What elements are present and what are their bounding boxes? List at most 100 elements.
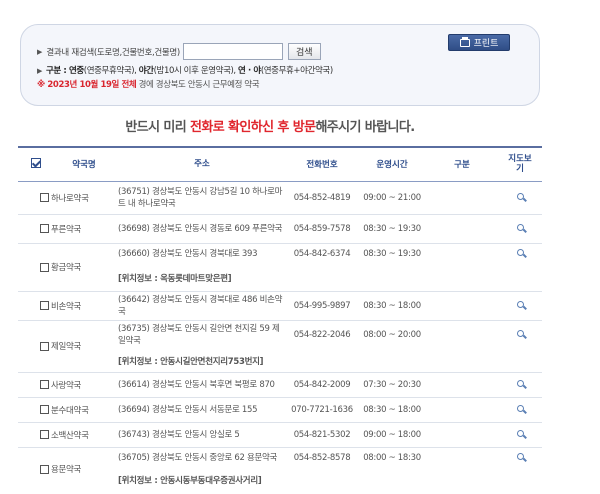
header-hours: 운영시간 bbox=[358, 146, 426, 182]
row-checkbox[interactable] bbox=[40, 193, 49, 202]
pharmacy-name: 푸른약국 bbox=[51, 224, 82, 235]
magnifier-icon[interactable] bbox=[516, 453, 524, 461]
pharmacy-kind bbox=[426, 371, 498, 397]
legend-both: 연 · 야 bbox=[238, 66, 261, 76]
pharmacy-kind bbox=[426, 319, 498, 350]
pharmacy-address: (36660) 경상북도 안동시 경북대로 393 bbox=[114, 242, 286, 265]
magnifier-icon[interactable] bbox=[516, 300, 524, 308]
pharmacy-address: (36751) 경상북도 안동시 강남5길 10 하나로마트 내 하나로약국 bbox=[114, 180, 286, 214]
row-checkbox[interactable] bbox=[40, 464, 49, 474]
row-checkbox[interactable] bbox=[40, 405, 49, 414]
pharmacy-hours: 08:30 ~ 18:00 bbox=[358, 396, 426, 422]
row-checkbox[interactable] bbox=[40, 430, 49, 439]
header-map: 지도보기 bbox=[498, 146, 542, 182]
pharmacy-address: (36694) 경상북도 안동시 서동문로 155 bbox=[114, 396, 286, 422]
pharmacy-address: (36698) 경상북도 안동시 경동로 609 푸른약국 bbox=[114, 213, 286, 243]
row-checkbox[interactable] bbox=[40, 301, 49, 310]
legend-row: ▶ 구분 : 연중(연중무휴약국), 야간(밤10시 이후 운영약국), 연 · … bbox=[37, 64, 333, 76]
magnifier-icon[interactable] bbox=[516, 429, 524, 437]
pharmacy-kind bbox=[426, 180, 498, 214]
pharmacy-kind bbox=[426, 421, 498, 447]
table-row: 제일약국 (36735) 경상북도 안동시 길안면 천지길 59 제일약국 05… bbox=[18, 319, 542, 372]
table-row: 황금약국 (36660) 경상북도 안동시 경북대로 393 054-842-6… bbox=[18, 242, 542, 291]
notice-row: ※ 2023년 10월 19일 전체 경에 경상북도 안동시 근무예정 약국 bbox=[37, 78, 260, 90]
pharmacy-kind bbox=[426, 290, 498, 320]
location-info: [위치정보 : 안동시길안면천지리753번지] bbox=[118, 356, 264, 367]
research-label: 결과내 재검색(도로명,건물번호,건물명) bbox=[46, 47, 180, 58]
notice-region: 경에 경상북도 안동시 근무예정 약국 bbox=[136, 80, 260, 90]
legend-both-desc: (연중무휴+야간약국) bbox=[260, 66, 333, 76]
pharmacy-tel: 054-852-4819 bbox=[286, 180, 358, 214]
pharmacy-name: 비손약국 bbox=[51, 301, 82, 312]
research-input[interactable] bbox=[182, 43, 283, 60]
banner-emphasis: 전화로 확인하신 후 방문 bbox=[190, 120, 316, 135]
table-row: 분수대약국 (36694) 경상북도 안동시 서동문로 155 070-7721… bbox=[18, 396, 542, 422]
pharmacy-table: 약국명 주소 전화번호 운영시간 구분 지도보기 하나로약국 (36751) 경… bbox=[18, 146, 542, 491]
pharmacy-hours: 09:00 ~ 18:00 bbox=[358, 421, 426, 447]
table-row: 푸른약국 (36698) 경상북도 안동시 경동로 609 푸른약국 054-8… bbox=[18, 213, 542, 243]
pharmacy-kind bbox=[426, 446, 498, 469]
pharmacy-name: 사랑약국 bbox=[51, 380, 82, 391]
pharmacy-name: 용문약국 bbox=[51, 465, 82, 476]
legend-night-desc: (밤10시 이후 운영약국), bbox=[153, 66, 239, 76]
pharmacy-tel: 054-821-5302 bbox=[286, 421, 358, 447]
header-tel: 전화번호 bbox=[286, 146, 358, 182]
bullet-icon: ▶ bbox=[37, 67, 42, 75]
location-info: [위치정보 : 안동시동부동대우증권사거리] bbox=[118, 476, 262, 486]
pharmacy-tel: 054-842-2009 bbox=[286, 371, 358, 397]
select-all-checkbox[interactable] bbox=[18, 146, 54, 182]
pharmacy-tel: 070-7721-1636 bbox=[286, 396, 358, 422]
pharmacy-hours: 08:30 ~ 18:00 bbox=[358, 290, 426, 320]
pharmacy-name: 분수대약국 bbox=[51, 405, 89, 416]
pharmacy-hours: 09:00 ~ 21:00 bbox=[358, 180, 426, 214]
legend-night: 야간 bbox=[138, 66, 154, 76]
pharmacy-name: 제일약국 bbox=[51, 342, 82, 352]
pharmacy-address: (36705) 경상북도 안동시 중앙로 62 용문약국 bbox=[114, 446, 286, 469]
pharmacy-address: (36614) 경상북도 안동시 북후면 북평로 870 bbox=[114, 371, 286, 397]
pharmacy-kind bbox=[426, 396, 498, 422]
pharmacy-hours: 08:00 ~ 20:00 bbox=[358, 319, 426, 350]
magnifier-icon[interactable] bbox=[516, 379, 524, 387]
pharmacy-tel: 054-852-8578 bbox=[286, 446, 358, 469]
table-header: 약국명 주소 전화번호 운영시간 구분 지도보기 bbox=[18, 146, 542, 182]
print-button[interactable]: 프린트 bbox=[448, 34, 510, 51]
call-ahead-banner: 반드시 미리 전화로 확인하신 후 방문해주시기 바랍니다. bbox=[0, 116, 540, 135]
table-row: 소백산약국 (36743) 경상북도 안동시 앙실로 5 054-821-530… bbox=[18, 421, 542, 447]
magnifier-icon[interactable] bbox=[516, 404, 524, 412]
banner-post: 해주시기 바랍니다. bbox=[315, 120, 415, 135]
magnifier-icon[interactable] bbox=[516, 223, 524, 231]
pharmacy-tel: 054-842-6374 bbox=[286, 242, 358, 265]
pharmacy-name: 하나로약국 bbox=[51, 193, 89, 204]
pharmacy-kind bbox=[426, 242, 498, 265]
pharmacy-address: (36735) 경상북도 안동시 길안면 천지길 59 제일약국 bbox=[114, 319, 286, 350]
pharmacy-hours: 07:30 ~ 20:30 bbox=[358, 371, 426, 397]
row-checkbox[interactable] bbox=[40, 224, 49, 233]
row-checkbox[interactable] bbox=[40, 341, 49, 351]
magnifier-icon[interactable] bbox=[516, 330, 524, 338]
table-row: 하나로약국 (36751) 경상북도 안동시 강남5길 10 하나로마트 내 하… bbox=[18, 180, 542, 214]
search-button[interactable]: 검색 bbox=[287, 43, 321, 60]
pharmacy-hours: 08:00 ~ 18:30 bbox=[358, 446, 426, 469]
table-row: 비손약국 (36642) 경상북도 안동시 경북대로 486 비손약국 054-… bbox=[18, 290, 542, 320]
row-checkbox[interactable] bbox=[40, 262, 49, 272]
pharmacy-name: 소백산약국 bbox=[51, 430, 89, 441]
print-label: 프린트 bbox=[473, 38, 499, 48]
check-icon bbox=[31, 157, 41, 168]
pharmacy-name: 황금약국 bbox=[51, 263, 82, 273]
legend-yearround-desc: (연중무휴약국), bbox=[83, 66, 139, 76]
table-row: 용문약국 (36705) 경상북도 안동시 중앙로 62 용문약국 054-85… bbox=[18, 446, 542, 491]
header-name: 약국명 bbox=[54, 146, 114, 182]
pharmacy-hours: 08:30 ~ 19:30 bbox=[358, 242, 426, 265]
bullet-icon: ▶ bbox=[37, 47, 43, 56]
header-address: 주소 bbox=[114, 146, 286, 182]
magnifier-icon[interactable] bbox=[516, 249, 524, 257]
magnifier-icon[interactable] bbox=[516, 192, 524, 200]
pharmacy-address: (36743) 경상북도 안동시 앙실로 5 bbox=[114, 421, 286, 447]
pharmacy-tel: 054-859-7578 bbox=[286, 213, 358, 243]
pharmacy-kind bbox=[426, 213, 498, 243]
legend-yearround: 연중 bbox=[68, 66, 84, 76]
header-kind: 구분 bbox=[426, 146, 498, 182]
row-checkbox[interactable] bbox=[40, 380, 49, 389]
pharmacy-hours: 08:30 ~ 19:30 bbox=[358, 213, 426, 243]
pharmacy-tel: 054-822-2046 bbox=[286, 319, 358, 350]
